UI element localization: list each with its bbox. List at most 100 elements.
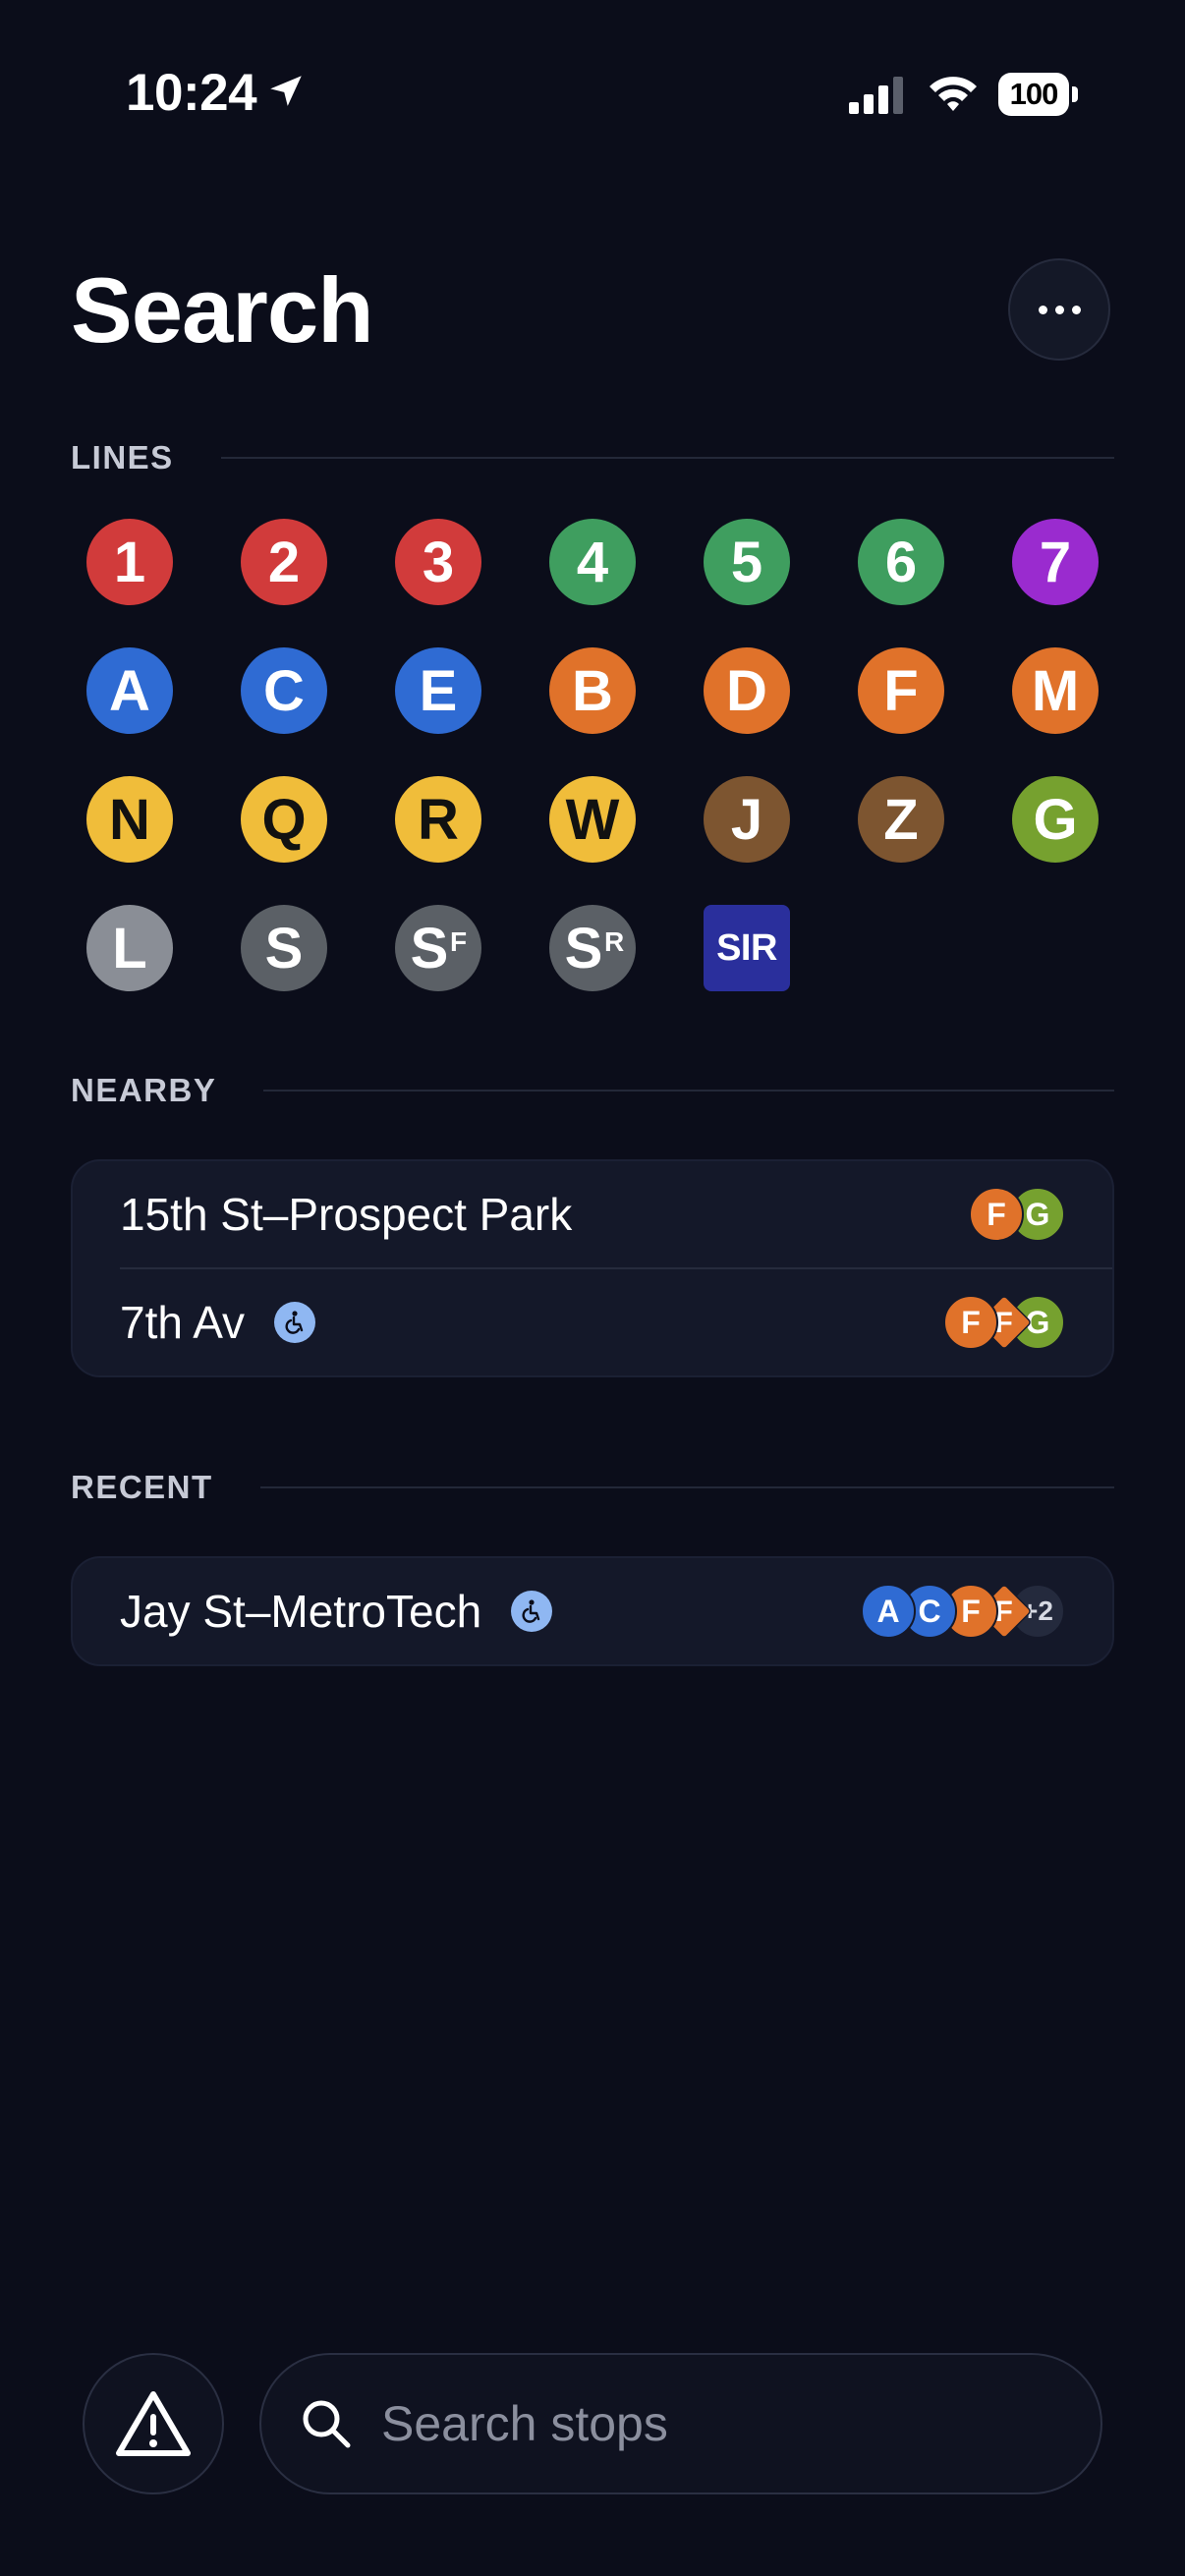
route-bullet-f: F xyxy=(969,1187,1024,1242)
line-bullet-r[interactable]: R xyxy=(395,776,481,863)
line-bullet-b[interactable]: B xyxy=(549,647,636,734)
line-label: L xyxy=(112,916,147,980)
stop-row[interactable]: 15th St–Prospect Park G F xyxy=(73,1161,1112,1267)
warning-triangle-icon xyxy=(116,2391,191,2456)
wheelchair-icon xyxy=(511,1591,553,1632)
line-bullet-2[interactable]: 2 xyxy=(241,519,327,605)
line-bullet-c[interactable]: C xyxy=(241,647,327,734)
line-bullet-5[interactable]: 5 xyxy=(704,519,790,605)
stop-name: 15th St–Prospect Park xyxy=(120,1189,573,1240)
line-label: 7 xyxy=(1039,530,1072,594)
line-label: G xyxy=(1033,787,1078,852)
route-label: F xyxy=(961,1593,981,1629)
page-title: Search xyxy=(71,258,374,362)
route-label: F xyxy=(961,1304,981,1340)
service-alerts-button[interactable] xyxy=(83,2353,224,2494)
route-bullets: GFF xyxy=(943,1294,1065,1351)
line-bullet-6[interactable]: 6 xyxy=(858,519,944,605)
line-bullet-a[interactable]: A xyxy=(86,647,173,734)
route-bullets: GF xyxy=(969,1187,1065,1242)
search-input[interactable] xyxy=(379,2394,1071,2453)
line-label: S xyxy=(264,916,304,980)
line-label: S xyxy=(410,916,449,980)
stop-name: 7th Av xyxy=(120,1297,246,1348)
line-label: M xyxy=(1031,658,1080,723)
line-label: 3 xyxy=(422,530,455,594)
more-options-button[interactable] xyxy=(1008,258,1110,361)
battery-indicator: 100 xyxy=(998,73,1078,116)
line-label: J xyxy=(730,787,763,852)
section-title-recent: RECENT xyxy=(71,1469,213,1505)
section-header-recent: RECENT xyxy=(71,1468,1114,1507)
line-bullet-l[interactable]: L xyxy=(86,905,173,991)
ellipsis-icon xyxy=(1038,305,1081,314)
line-bullet-z[interactable]: Z xyxy=(858,776,944,863)
line-label: 2 xyxy=(267,530,301,594)
route-bullets: +2 F F C A xyxy=(861,1583,1065,1640)
route-label: A xyxy=(876,1593,900,1629)
route-bullet-f: F xyxy=(943,1295,998,1350)
line-label: S xyxy=(564,916,603,980)
search-bar[interactable] xyxy=(259,2353,1102,2494)
line-bullet-w[interactable]: W xyxy=(549,776,636,863)
battery-level: 100 xyxy=(998,73,1069,116)
line-label: C xyxy=(263,658,305,723)
line-bullet-d[interactable]: D xyxy=(704,647,790,734)
line-label: N xyxy=(109,787,150,852)
line-bullet-3[interactable]: 3 xyxy=(395,519,481,605)
line-label: 5 xyxy=(730,530,763,594)
line-bullet-sir[interactable]: SIR xyxy=(704,905,790,991)
line-label: R xyxy=(418,787,459,852)
line-label: D xyxy=(726,658,767,723)
line-bullet-4[interactable]: 4 xyxy=(549,519,636,605)
lines-row: NQRWJZG xyxy=(86,776,1099,863)
line-bullet-sr[interactable]: SR xyxy=(549,905,636,991)
section-title-lines: LINES xyxy=(71,439,174,476)
recent-stops-card: Jay St–MetroTech +2 F F C A xyxy=(71,1556,1114,1666)
lines-row: 1 2 3 4 5 6 7 xyxy=(86,519,1099,605)
lines-grid: 1 2 3 4 5 6 7 A C E B D F M N Q R W J Z G L S S F S R SIR xyxy=(86,519,1099,1034)
search-icon xyxy=(303,2400,351,2448)
line-bullet-n[interactable]: N xyxy=(86,776,173,863)
line-label: W xyxy=(565,787,620,852)
line-bullet-m[interactable]: M xyxy=(1012,647,1099,734)
line-bullet-7[interactable]: 7 xyxy=(1012,519,1099,605)
wifi-icon xyxy=(930,77,977,111)
section-header-lines: LINES xyxy=(71,438,1114,477)
stop-name: Jay St–MetroTech xyxy=(120,1586,482,1637)
cellular-signal-icon xyxy=(849,77,903,114)
section-header-nearby: NEARBY xyxy=(71,1071,1114,1110)
line-bullet-j[interactable]: J xyxy=(704,776,790,863)
route-label: C xyxy=(918,1593,941,1629)
stop-row[interactable]: Jay St–MetroTech +2 F F C A xyxy=(73,1558,1112,1664)
line-label: F xyxy=(883,658,919,723)
line-label: 6 xyxy=(884,530,918,594)
lines-row: L S S F S R SIR xyxy=(86,905,1099,991)
section-title-nearby: NEARBY xyxy=(71,1072,217,1108)
line-bullet-f[interactable]: F xyxy=(858,647,944,734)
line-bullet-s[interactable]: S xyxy=(241,905,327,991)
line-label: 4 xyxy=(576,530,609,594)
battery-nub xyxy=(1072,86,1078,102)
line-bullet-g[interactable]: G xyxy=(1012,776,1099,863)
wheelchair-icon xyxy=(274,1302,316,1343)
route-bullet-a: A xyxy=(861,1584,916,1639)
line-variant-label: F xyxy=(450,926,468,957)
line-label: Q xyxy=(261,787,307,852)
line-bullet-sf[interactable]: SF xyxy=(395,905,481,991)
line-bullet-q[interactable]: Q xyxy=(241,776,327,863)
status-bar: 10:24 100 xyxy=(0,0,1185,196)
section-divider xyxy=(259,1486,1114,1488)
line-label: A xyxy=(109,658,150,723)
line-label: 1 xyxy=(113,530,146,594)
line-bullet-e[interactable]: E xyxy=(395,647,481,734)
section-divider xyxy=(220,457,1114,459)
lines-row: ACEBDFM xyxy=(86,647,1099,734)
line-label: E xyxy=(419,658,458,723)
status-time: 10:24 xyxy=(126,64,257,122)
route-label: F xyxy=(987,1196,1006,1232)
stop-row[interactable]: 7th Av G F F xyxy=(120,1267,1112,1375)
route-label: G xyxy=(1025,1196,1050,1232)
line-variant-label: R xyxy=(604,926,625,957)
line-bullet-1[interactable]: 1 xyxy=(86,519,173,605)
